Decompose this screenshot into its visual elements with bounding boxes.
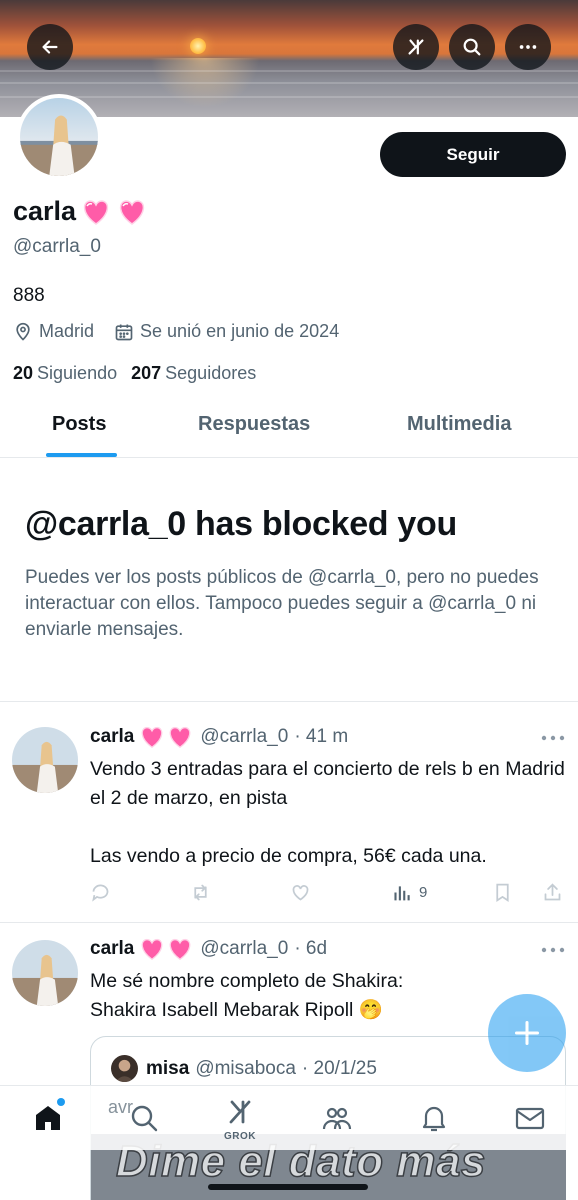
pink-heart-emoji (120, 199, 145, 225)
plus-icon (514, 1020, 540, 1046)
quoted-post-header: misa @misaboca · 20/1/25 (111, 1055, 377, 1082)
avatar-photo (111, 1055, 138, 1082)
post[interactable]: carla @carrla_0 · 41 m Vendo 3 entradas … (0, 701, 578, 922)
quoted-author-handle: @misaboca (195, 1057, 296, 1079)
nav-home[interactable] (32, 1102, 64, 1134)
post-actions: 9 (90, 881, 568, 905)
tab-posts[interactable]: Posts (52, 413, 106, 436)
profile-handle: @carrla_0 (13, 236, 101, 257)
profile-stats: 20 Siguiendo 207 Seguidores (13, 363, 256, 384)
pink-heart-emoji (84, 199, 109, 225)
avatar-photo (12, 940, 78, 1006)
post-avatar[interactable] (12, 940, 78, 1006)
bookmark-icon (496, 883, 509, 902)
pink-heart-emoji (170, 938, 191, 961)
blocked-title: @carrla_0 has blocked you (25, 505, 457, 543)
profile-avatar[interactable] (16, 94, 102, 180)
grok-button[interactable] (393, 24, 439, 70)
banner-sun (190, 38, 206, 54)
repost-icon (194, 884, 207, 900)
pink-heart-emoji (142, 726, 163, 749)
quoted-author-name: misa (146, 1057, 190, 1079)
pink-heart-emoji (170, 726, 191, 749)
post-author-name[interactable]: carla (90, 726, 134, 748)
post-author-name[interactable]: carla (90, 938, 134, 960)
pink-heart-emoji (142, 938, 163, 961)
location-icon (16, 322, 30, 341)
banner-wave (0, 96, 578, 98)
quoted-avatar (111, 1055, 138, 1082)
home-icon (36, 1106, 60, 1130)
notifications-icon (422, 1106, 446, 1132)
reply-icon (92, 884, 109, 902)
post-avatar[interactable] (12, 727, 78, 793)
post-author-handle[interactable]: @carrla_0 (200, 726, 288, 748)
following-label: Siguiendo (37, 363, 118, 383)
arrow-left-icon (42, 40, 58, 54)
post-author-handle[interactable]: @carrla_0 (200, 938, 288, 960)
following-count: 20 (13, 363, 34, 383)
profile-joined: Se unió en junio de 2024 (140, 321, 340, 341)
profile-location: Madrid (39, 321, 95, 341)
views-count: 9 (419, 883, 428, 901)
reply-button[interactable] (90, 881, 111, 903)
followers-count: 207 (131, 363, 162, 383)
bookmark-button[interactable] (492, 881, 513, 903)
compose-button[interactable] (488, 994, 566, 1072)
banner-wave (0, 82, 578, 84)
nav-communities[interactable] (321, 1102, 353, 1134)
share-button[interactable] (542, 881, 563, 903)
post-time[interactable]: · 6d (294, 938, 327, 960)
home-notification-dot (57, 1098, 65, 1106)
banner-wave (0, 70, 578, 72)
grok-icon (229, 1100, 251, 1124)
profile-tabs: Posts Respuestas Multimedia (0, 400, 578, 458)
tab-multimedia[interactable]: Multimedia (407, 413, 511, 436)
follow-button[interactable]: Seguir (380, 132, 566, 177)
analytics-icon (394, 885, 410, 900)
calendar-icon (115, 324, 133, 340)
more-options-button[interactable] (505, 24, 551, 70)
active-tab-indicator (46, 453, 117, 457)
like-button[interactable] (290, 881, 311, 903)
nav-grok[interactable] (224, 1096, 256, 1128)
more-horizontal-icon[interactable] (541, 947, 565, 953)
profile-name: carla (13, 196, 148, 227)
followers-label: Seguidores (165, 363, 257, 383)
nav-notifications[interactable] (418, 1102, 450, 1134)
search-icon (463, 38, 481, 56)
profile-name-text: carla (13, 196, 77, 226)
search-button[interactable] (449, 24, 495, 70)
blocked-message: Puedes ver los posts públicos de @carrla… (25, 567, 539, 640)
messages-icon (515, 1107, 545, 1130)
profile-meta: Madrid Se unió en junio de 2024 (13, 321, 339, 342)
post-header: carla @carrla_0 · 6d (90, 937, 327, 961)
repost-button[interactable] (190, 881, 211, 903)
communities-icon (322, 1107, 352, 1130)
quoted-post-text: avr (108, 1097, 134, 1117)
post-header: carla @carrla_0 · 41 m (90, 725, 348, 749)
more-horizontal-icon (519, 45, 537, 49)
home-indicator[interactable] (208, 1184, 368, 1190)
more-horizontal-icon[interactable] (541, 735, 565, 741)
grok-icon (408, 39, 424, 55)
heart-outline-icon (292, 884, 309, 901)
nav-messages[interactable] (514, 1102, 546, 1134)
nav-grok-label: GROK (224, 1131, 256, 1142)
quoted-post-time: · 20/1/25 (301, 1057, 377, 1079)
views-button[interactable]: 9 (392, 881, 427, 903)
post-time[interactable]: · 41 m (294, 726, 348, 748)
profile-bio: 888 (13, 285, 45, 306)
bottom-navigation (0, 1085, 578, 1150)
avatar-photo (20, 98, 98, 176)
share-icon (544, 882, 561, 900)
post-text: Vendo 3 entradas para el concierto de re… (90, 758, 565, 867)
avatar-photo (12, 727, 78, 793)
back-button[interactable] (27, 24, 73, 70)
tab-respuestas[interactable]: Respuestas (198, 413, 310, 436)
followers-link[interactable]: 207 Seguidores (131, 363, 256, 384)
following-link[interactable]: 20 Siguiendo (13, 363, 117, 384)
